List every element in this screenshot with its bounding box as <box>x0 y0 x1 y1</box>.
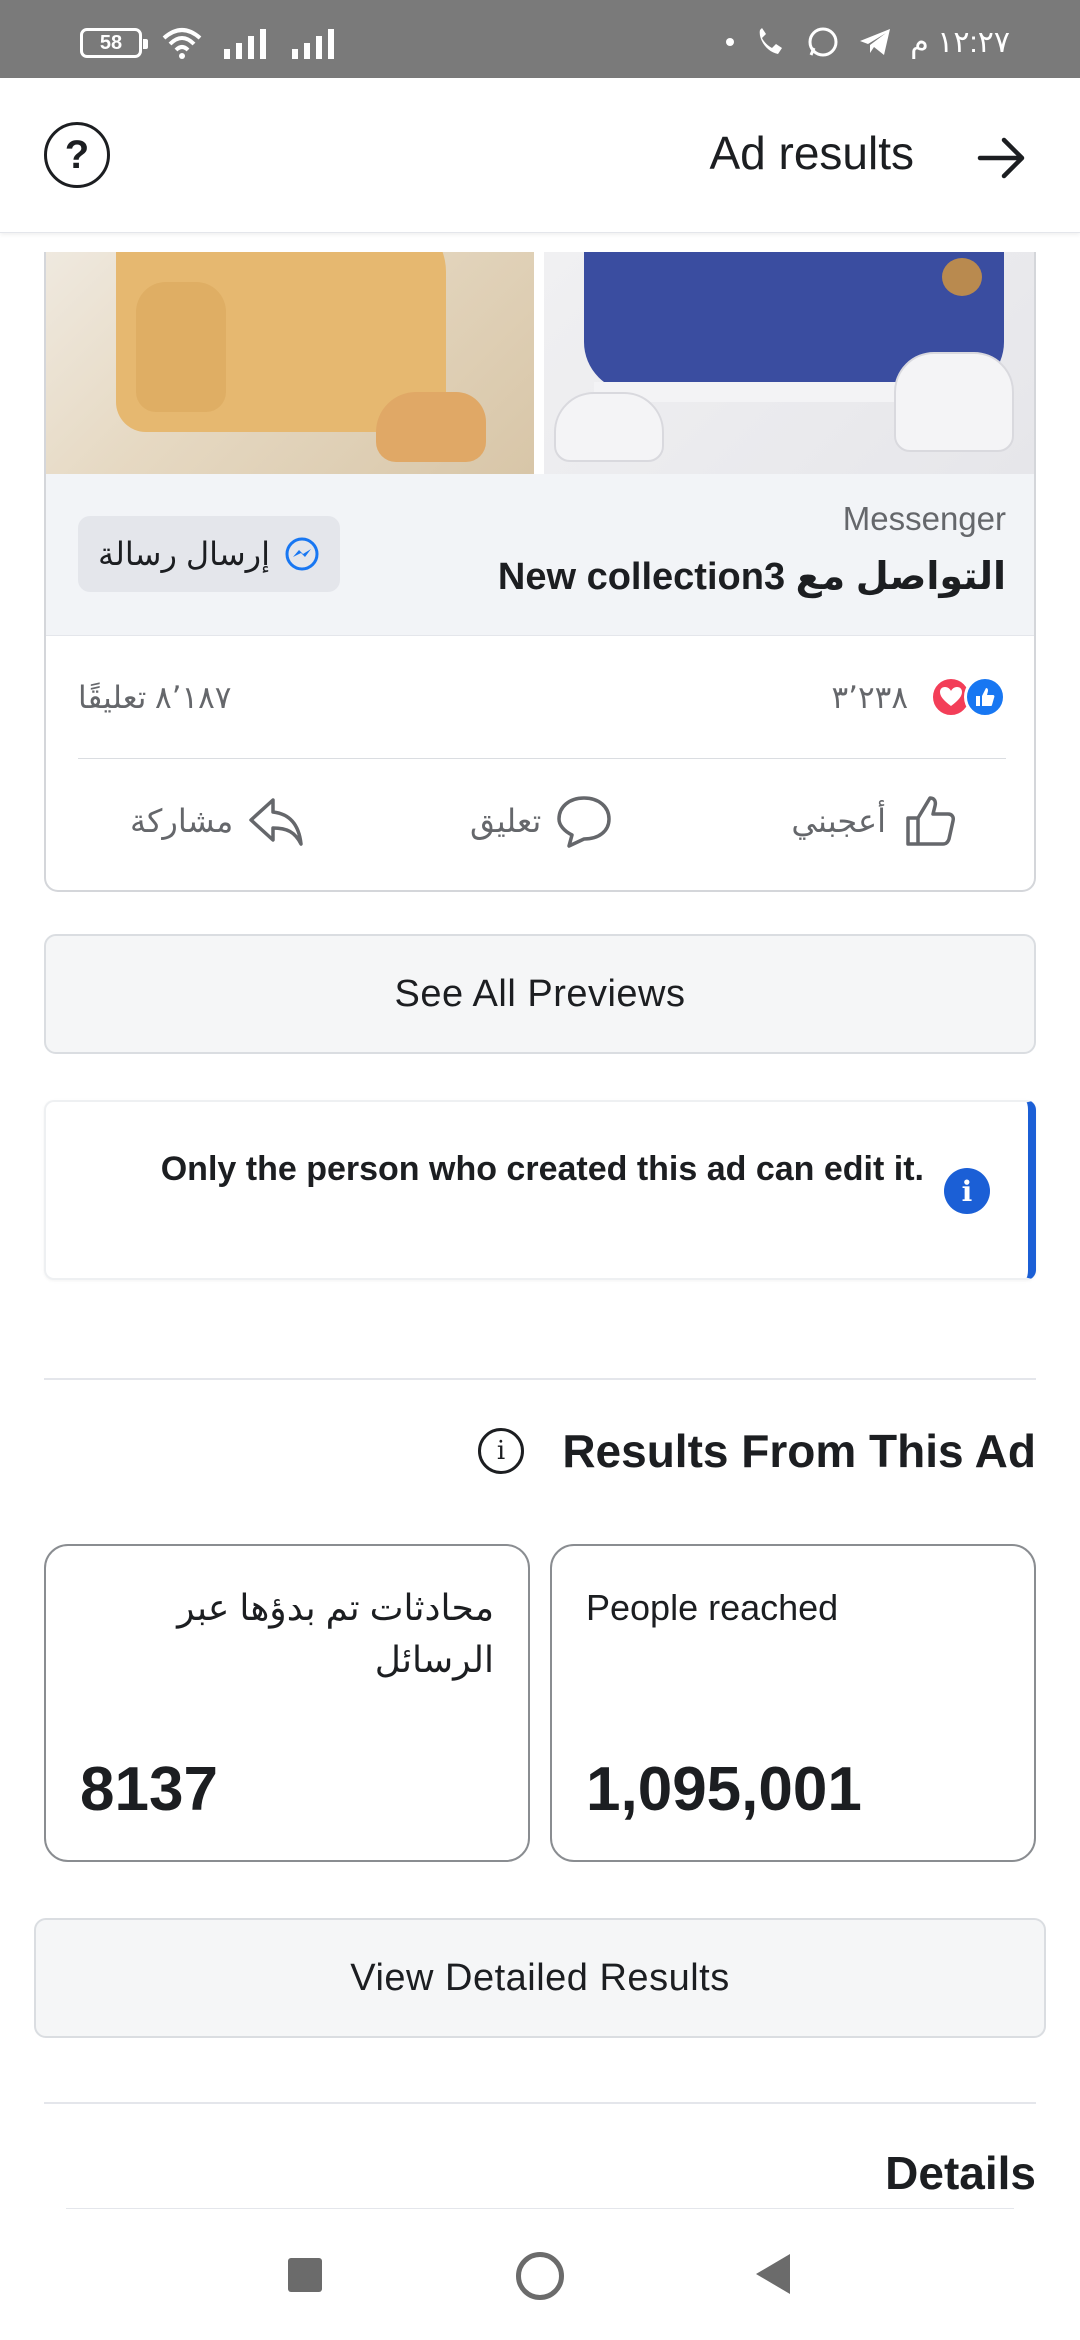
like-action-label: أعجبني <box>791 803 886 839</box>
app-header: ? Ad results <box>0 78 1080 233</box>
edit-permission-notice: Only the person who created this ad can … <box>44 1100 1036 1280</box>
ad-preview-card: Messenger التواصل مع New collection3 إرس… <box>44 252 1036 892</box>
shoe-shape <box>894 352 1014 452</box>
thumbs-up-icon <box>906 796 955 846</box>
ad-image-blue-outfit[interactable] <box>544 252 1034 474</box>
arrow-right-icon[interactable] <box>974 130 1030 186</box>
see-all-previews-button[interactable]: See All Previews <box>44 934 1036 1054</box>
signal-icon <box>224 29 266 59</box>
ad-image-yellow-outfit[interactable] <box>46 252 534 474</box>
notice-text: Only the person who created this ad can … <box>160 1150 924 1188</box>
question-circle-icon: ? <box>64 132 90 177</box>
share-action-label: مشاركة <box>130 803 234 839</box>
sock-shape <box>136 282 226 412</box>
wifi-icon <box>162 28 202 59</box>
battery-level: 58 <box>99 31 123 54</box>
whatsapp-icon <box>808 27 838 57</box>
bear-patch-shape <box>942 258 982 296</box>
share-arrow-icon <box>249 798 304 846</box>
section-divider <box>44 1378 1036 1380</box>
results-info-icon[interactable]: i <box>478 1428 524 1474</box>
status-left: 58 <box>80 26 340 60</box>
share-action-button[interactable]: مشاركة <box>130 792 305 850</box>
status-right: ١٢:٢٧ م <box>726 24 1010 60</box>
home-icon[interactable] <box>516 2252 564 2300</box>
metric-value: 8137 <box>80 1755 218 1824</box>
messenger-icon <box>285 537 319 571</box>
like-action-button[interactable]: أعجبني <box>791 792 958 850</box>
status-bar: 58 ١٢:٢٧ م <box>0 0 1080 78</box>
like-reaction-icon <box>964 676 1006 718</box>
reactions-row: ٣٬٢٣٨ ٨٬١٨٧ تعليقًا <box>46 636 1034 758</box>
metric-card-conversations-started: محادثات تم بدؤها عبر الرسائل 8137 <box>44 1544 530 1862</box>
details-section-title: Details <box>885 2147 1036 2199</box>
metric-card-people-reached: People reached 1,095,001 <box>550 1544 1036 1862</box>
metric-label: People reached <box>586 1587 839 1628</box>
comment-bubble-icon <box>557 796 612 848</box>
info-icon: i <box>944 1168 990 1214</box>
ad-headline: التواصل مع New collection3 <box>497 556 1006 598</box>
comment-action-label: تعليق <box>470 803 542 839</box>
help-button[interactable]: ? <box>44 122 110 188</box>
telegram-icon <box>860 29 891 55</box>
notification-dot-icon <box>726 38 735 46</box>
battery-icon: 58 <box>80 28 148 58</box>
system-nav-bar <box>0 2210 1080 2340</box>
back-icon[interactable] <box>756 2254 790 2294</box>
send-message-button[interactable]: إرسال رسالة <box>78 516 340 592</box>
reaction-icons[interactable] <box>930 676 1006 718</box>
comment-action-button[interactable]: تعليق <box>470 792 613 850</box>
shoe-shape <box>554 392 664 462</box>
recents-icon[interactable] <box>288 2258 322 2292</box>
status-time: ١٢:٢٧ م <box>910 25 1010 59</box>
send-message-label: إرسال رسالة <box>98 536 270 572</box>
section-divider <box>66 2208 1014 2209</box>
shoe-shape <box>376 392 486 462</box>
signal-icon-2 <box>292 29 334 59</box>
call-forward-icon <box>759 28 783 54</box>
metric-value: 1,095,001 <box>586 1755 862 1824</box>
cta-platform-label: Messenger <box>842 500 1006 537</box>
results-section-title: Results From This Ad <box>562 1425 1036 1477</box>
post-actions-row: أعجبني تعليق مشاركة <box>46 758 1034 890</box>
section-divider <box>44 2102 1036 2104</box>
messenger-cta-row: Messenger التواصل مع New collection3 إرس… <box>46 474 1034 636</box>
reaction-count: ٣٬٢٣٨ <box>831 680 908 715</box>
metric-label: محادثات تم بدؤها عبر الرسائل <box>177 1587 494 1680</box>
page-title: Ad results <box>709 127 914 179</box>
view-detailed-results-button[interactable]: View Detailed Results <box>34 1918 1046 2038</box>
comment-count[interactable]: ٨٬١٨٧ تعليقًا <box>78 680 231 716</box>
